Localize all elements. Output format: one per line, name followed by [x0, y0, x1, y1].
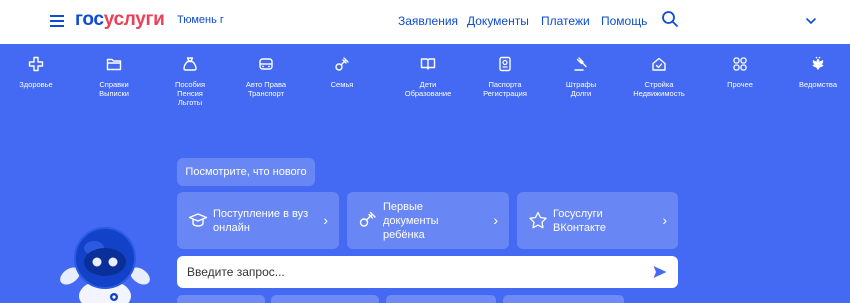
- card-label: Госуслуги ВКонтакте: [553, 207, 606, 234]
- coat-of-arms-icon: [812, 56, 824, 70]
- health-plus-icon: [28, 56, 44, 72]
- card-child-documents[interactable]: Первые документы ребёнка ›: [347, 192, 509, 249]
- book-icon: [420, 58, 436, 70]
- top-header: госуслуги Тюмень г Заявления Документы П…: [0, 0, 850, 44]
- suggestion-chip[interactable]: [177, 295, 265, 303]
- category-label: Стройка Недвижимость: [633, 80, 685, 98]
- category-fines[interactable]: Штрафы Долги: [546, 56, 616, 98]
- grid-icon: [733, 57, 747, 71]
- category-label: Пособия Пенсия Льготы: [174, 80, 206, 107]
- category-label: Штрафы Долги: [565, 80, 597, 98]
- hero-section: Здоровье Справки Выписки Пособия Пенсия …: [0, 44, 850, 303]
- whats-new-button[interactable]: Посмотрите, что нового: [177, 158, 315, 186]
- search-icon[interactable]: [661, 10, 679, 28]
- category-label: Прочее: [727, 80, 753, 89]
- card-label: Первые документы ребёнка: [383, 200, 439, 241]
- money-bag-icon: [183, 57, 197, 71]
- chevron-right-icon: ›: [662, 212, 667, 228]
- house-icon: [652, 57, 666, 71]
- category-other[interactable]: Прочее: [705, 56, 775, 89]
- category-certificates[interactable]: Справки Выписки: [79, 56, 149, 98]
- category-transport[interactable]: Авто Права Транспорт: [231, 56, 301, 98]
- category-health[interactable]: Здоровье: [1, 56, 71, 89]
- nav-link-help[interactable]: Помощь: [601, 14, 647, 28]
- gavel-icon: [574, 57, 587, 71]
- category-label: Справки Выписки: [99, 80, 129, 98]
- car-icon: [259, 58, 273, 70]
- robot-assistant-icon[interactable]: [50, 214, 160, 303]
- category-benefits[interactable]: Пособия Пенсия Льготы: [155, 56, 225, 107]
- card-label: Поступление в вуз онлайн: [213, 207, 309, 234]
- category-label: Здоровье: [19, 80, 53, 89]
- pacifier-icon: [359, 211, 376, 227]
- gosuslugi-logo[interactable]: госуслуги: [75, 9, 165, 31]
- passport-icon: [499, 56, 511, 72]
- folder-icon: [106, 58, 122, 71]
- chevron-down-icon[interactable]: [804, 14, 818, 28]
- suggestion-chip[interactable]: [386, 295, 496, 303]
- main-search-box: [177, 256, 678, 288]
- category-agencies[interactable]: Ведомства: [783, 56, 850, 89]
- star-icon: [529, 211, 547, 229]
- send-arrow-icon[interactable]: [652, 264, 668, 280]
- category-construction[interactable]: Стройка Недвижимость: [624, 56, 694, 98]
- category-label: Ведомства: [799, 80, 837, 89]
- main-search-input[interactable]: [187, 256, 637, 288]
- chevron-right-icon: ›: [323, 212, 328, 228]
- category-label: Дети Образование: [404, 80, 452, 98]
- menu-icon[interactable]: [50, 15, 64, 27]
- region-selector[interactable]: Тюмень г: [177, 14, 224, 26]
- chevron-right-icon: ›: [493, 212, 498, 228]
- category-label: Семья: [330, 80, 354, 89]
- pacifier-icon: [335, 57, 349, 71]
- suggestion-chip[interactable]: [503, 295, 624, 303]
- suggestion-chip[interactable]: [271, 295, 379, 303]
- category-family[interactable]: Семья: [307, 56, 377, 89]
- graduation-cap-icon: [188, 213, 208, 227]
- category-label: Авто Права Транспорт: [245, 80, 287, 98]
- logo-text-part1: гос: [75, 9, 104, 30]
- category-education[interactable]: Дети Образование: [393, 56, 463, 98]
- category-passports[interactable]: Паспорта Регистрация: [470, 56, 540, 98]
- card-university-admission[interactable]: Поступление в вуз онлайн ›: [177, 192, 339, 249]
- nav-link-documents[interactable]: Документы: [467, 14, 529, 28]
- nav-link-applications[interactable]: Заявления: [398, 14, 458, 28]
- category-label: Паспорта Регистрация: [483, 80, 527, 98]
- card-gosuslugi-vk[interactable]: Госуслуги ВКонтакте ›: [517, 192, 678, 249]
- logo-text-part2: услуги: [103, 9, 165, 30]
- nav-link-payments[interactable]: Платежи: [541, 14, 590, 28]
